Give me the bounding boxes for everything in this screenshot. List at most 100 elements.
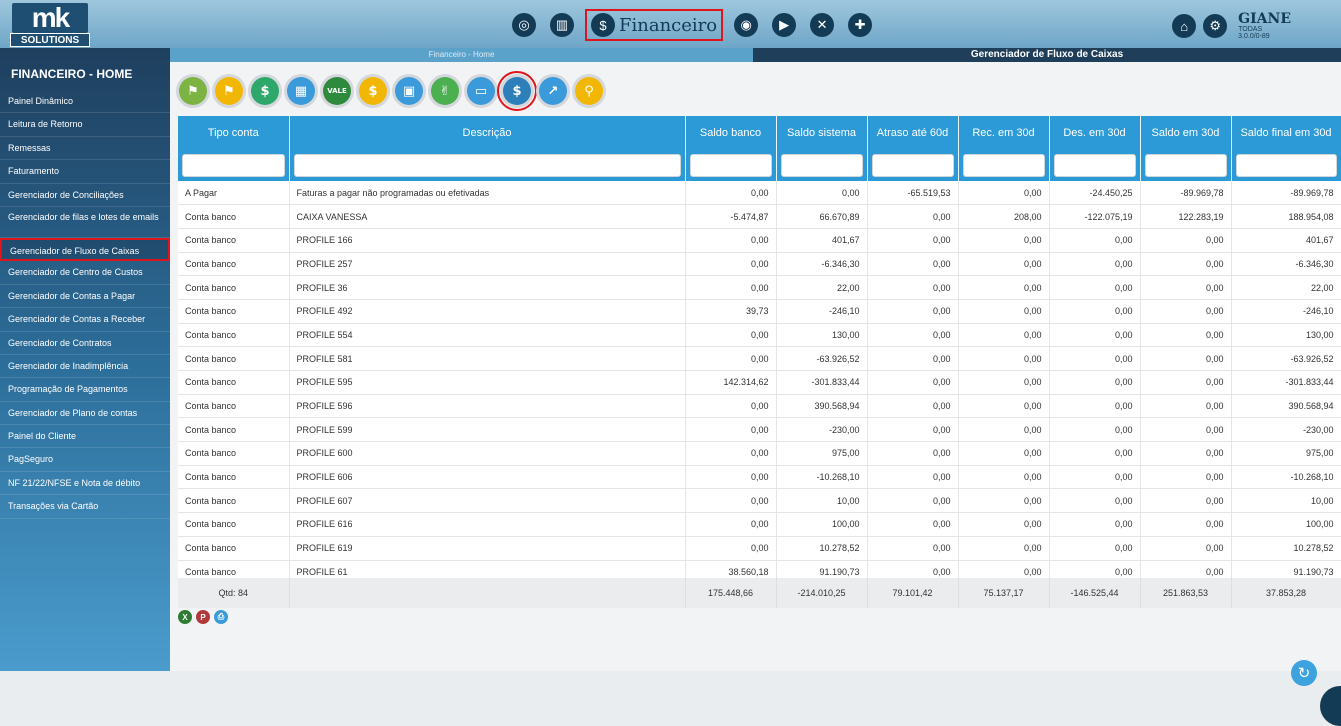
sidebar-item[interactable]: Painel do Cliente bbox=[0, 425, 170, 449]
dollar-icon[interactable]: $ bbox=[248, 74, 282, 108]
safe-icon[interactable]: ▣ bbox=[392, 74, 426, 108]
table-row[interactable]: Conta banco PROFILE 606 0,00 -10.268,10 0,00… bbox=[178, 465, 1341, 490]
sidebar-item[interactable]: Transações via Cartão bbox=[0, 495, 170, 519]
sidebar-item[interactable]: Gerenciador de filas e lotes de emails bbox=[0, 207, 170, 238]
table-row[interactable]: Conta banco PROFILE 61 38.560,18 91.190,73 0… bbox=[178, 560, 1341, 578]
sidebar-item[interactable]: Gerenciador de Contas a Receber bbox=[0, 308, 170, 332]
sidebar-item[interactable]: Gerenciador de Conciliações bbox=[0, 184, 170, 207]
table-row[interactable]: Conta banco PROFILE 595 142.314,62 -301.833… bbox=[178, 370, 1341, 395]
table-row[interactable]: Conta banco PROFILE 581 0,00 -63.926,52 0,00… bbox=[178, 346, 1341, 371]
sidebar-item[interactable]: Faturamento bbox=[0, 160, 170, 184]
puzzle-icon[interactable]: ✚ bbox=[848, 13, 873, 37]
sidebar-item[interactable]: Programação de Pagamentos bbox=[0, 378, 170, 402]
total-cell bbox=[289, 578, 686, 608]
table-cell: Conta banco bbox=[178, 323, 290, 348]
table-cell: 390.568,94 bbox=[1231, 394, 1341, 419]
table-row[interactable]: Conta banco PROFILE 166 0,00 401,67 0,00 0,00… bbox=[178, 228, 1341, 253]
table-row[interactable]: Conta banco PROFILE 554 0,00 130,00 0,00 0,00… bbox=[178, 323, 1341, 348]
column-filter-input[interactable] bbox=[1053, 153, 1136, 177]
print-icon[interactable]: ⎙ bbox=[214, 610, 228, 624]
column-filter-input[interactable] bbox=[962, 153, 1045, 177]
sidebar-item[interactable]: Gerenciador de Plano de contas bbox=[0, 402, 170, 426]
sidebar-item[interactable]: Leitura de Retorno bbox=[0, 113, 170, 137]
sidebar-item[interactable]: NF 21/22/NFSE e Nota de débito bbox=[0, 472, 170, 496]
table-cell: 0,00 bbox=[958, 346, 1050, 371]
column-header[interactable]: Saldo em 30d bbox=[1140, 116, 1232, 149]
company-logo[interactable]: mk SOLUTIONS bbox=[8, 3, 92, 47]
sidebar-item[interactable]: Gerenciador de Fluxo de Caixas bbox=[0, 237, 170, 262]
dollar-transfer-icon[interactable]: $ bbox=[356, 74, 390, 108]
growth-chart-icon[interactable]: ↗ bbox=[536, 74, 570, 108]
column-header[interactable]: Descrição bbox=[289, 116, 686, 149]
coins-icon[interactable]: ⚲ bbox=[572, 74, 606, 108]
table-row[interactable]: Conta banco PROFILE 616 0,00 100,00 0,00 0,00… bbox=[178, 512, 1341, 537]
table-cell: 0,00 bbox=[685, 252, 777, 277]
flag-green-icon[interactable]: ⚑ bbox=[176, 74, 210, 108]
column-header[interactable]: Rec. em 30d bbox=[958, 116, 1050, 149]
column-filter-input[interactable] bbox=[689, 153, 772, 177]
column-header[interactable]: Saldo final em 30d bbox=[1231, 116, 1341, 149]
table-row[interactable]: Conta banco PROFILE 600 0,00 975,00 0,00 0,00… bbox=[178, 441, 1341, 466]
table-cell: Conta banco bbox=[178, 560, 290, 578]
table-row[interactable]: Conta banco PROFILE 607 0,00 10,00 0,00 0,00 0… bbox=[178, 488, 1341, 514]
column-filter-input[interactable] bbox=[1144, 153, 1227, 177]
column-header[interactable]: Saldo banco bbox=[685, 116, 777, 149]
table-row[interactable]: Conta banco PROFILE 36 0,00 22,00 0,00 0,00 0,… bbox=[178, 275, 1341, 300]
table-row[interactable]: Conta banco CAIXA VANESSA -5.474,87 66.670,… bbox=[178, 204, 1341, 229]
vale-icon[interactable]: VALE bbox=[320, 74, 354, 108]
table-cell: 0,00 bbox=[867, 370, 959, 395]
table-cell: 100,00 bbox=[776, 512, 868, 537]
building-icon[interactable]: ▦ bbox=[284, 74, 318, 108]
corner-action-button[interactable] bbox=[1320, 686, 1341, 726]
sidebar-item[interactable]: Gerenciador de Centro de Custos bbox=[0, 261, 170, 285]
card-icon[interactable]: ▭ bbox=[464, 74, 498, 108]
column-filter-input[interactable] bbox=[780, 153, 863, 177]
table-row[interactable]: Conta banco PROFILE 619 0,00 10.278,52 0,00 0… bbox=[178, 536, 1341, 561]
column-filter-input[interactable] bbox=[293, 153, 681, 177]
chart-icon[interactable]: ▥ bbox=[550, 13, 574, 37]
search-money-icon-glyph: $ bbox=[503, 77, 531, 105]
sidebar-item[interactable]: Gerenciador de Contratos bbox=[0, 332, 170, 355]
table-scroll-area[interactable]: A Pagar Faturas a pagar não programadas o… bbox=[178, 181, 1341, 578]
sidebar-item[interactable]: Remessas bbox=[0, 137, 170, 161]
column-header[interactable]: Saldo sistema bbox=[776, 116, 868, 149]
table-cell: 0,00 bbox=[685, 417, 777, 443]
target-icon[interactable]: ◎ bbox=[512, 13, 536, 37]
table-row[interactable]: Conta banco PROFILE 492 39,73 -246,10 0,00 0,… bbox=[178, 299, 1341, 324]
tools-icon[interactable]: ✕ bbox=[810, 13, 835, 37]
truck-icon[interactable]: ▶ bbox=[772, 13, 797, 37]
excel-export-icon[interactable]: X bbox=[178, 610, 192, 624]
card-icon-glyph: ▭ bbox=[467, 77, 495, 105]
gear-icon[interactable]: ⚙ bbox=[1203, 14, 1228, 38]
user-info[interactable]: GIANE TODAS 3.0.0/0-89 bbox=[1238, 12, 1291, 40]
home-icon[interactable]: ⌂ bbox=[1172, 14, 1197, 38]
column-header[interactable]: Tipo conta bbox=[178, 116, 290, 149]
table-cell: PROFILE 619 bbox=[289, 536, 686, 561]
flag-yellow-icon[interactable]: ⚑ bbox=[212, 74, 246, 108]
handshake-icon[interactable]: ✌ bbox=[428, 74, 462, 108]
total-cell: Qtd: 84 bbox=[178, 578, 290, 608]
table-row[interactable]: Conta banco PROFILE 257 0,00 -6.346,30 0,00 0… bbox=[178, 252, 1341, 277]
table-cell: Conta banco bbox=[178, 417, 290, 443]
module-financeiro-button[interactable]: $ Financeiro bbox=[585, 9, 724, 41]
column-header[interactable]: Des. em 30d bbox=[1049, 116, 1141, 149]
table-row[interactable]: Conta banco PROFILE 596 0,00 390.568,94 0,00… bbox=[178, 394, 1341, 419]
column-filter-input[interactable] bbox=[1235, 153, 1337, 177]
eye-icon[interactable]: ◉ bbox=[734, 13, 759, 37]
sidebar-item[interactable]: Gerenciador de Inadimplência bbox=[0, 355, 170, 379]
column-filter-input[interactable] bbox=[871, 153, 954, 177]
table-cell: 0,00 bbox=[867, 560, 959, 578]
refresh-icon[interactable]: ↻ bbox=[1291, 660, 1317, 686]
column-filter-input[interactable] bbox=[182, 153, 285, 177]
sidebar-item[interactable]: PagSeguro bbox=[0, 448, 170, 472]
table-cell: 0,00 bbox=[685, 346, 777, 371]
table-row[interactable]: Conta banco PROFILE 599 0,00 -230,00 0,00 0,0… bbox=[178, 417, 1341, 443]
sidebar-item[interactable]: Painel Dinâmico bbox=[0, 90, 170, 114]
search-money-icon[interactable]: $ bbox=[497, 71, 537, 111]
sidebar-item[interactable]: Gerenciador de Contas a Pagar bbox=[0, 285, 170, 309]
total-cell: -214.010,25 bbox=[776, 578, 868, 608]
column-header[interactable]: Atraso até 60d bbox=[867, 116, 959, 149]
table-cell: 0,00 bbox=[1140, 323, 1232, 348]
table-row[interactable]: A Pagar Faturas a pagar não programadas o… bbox=[178, 181, 1341, 206]
pdf-export-icon[interactable]: P bbox=[196, 610, 210, 624]
